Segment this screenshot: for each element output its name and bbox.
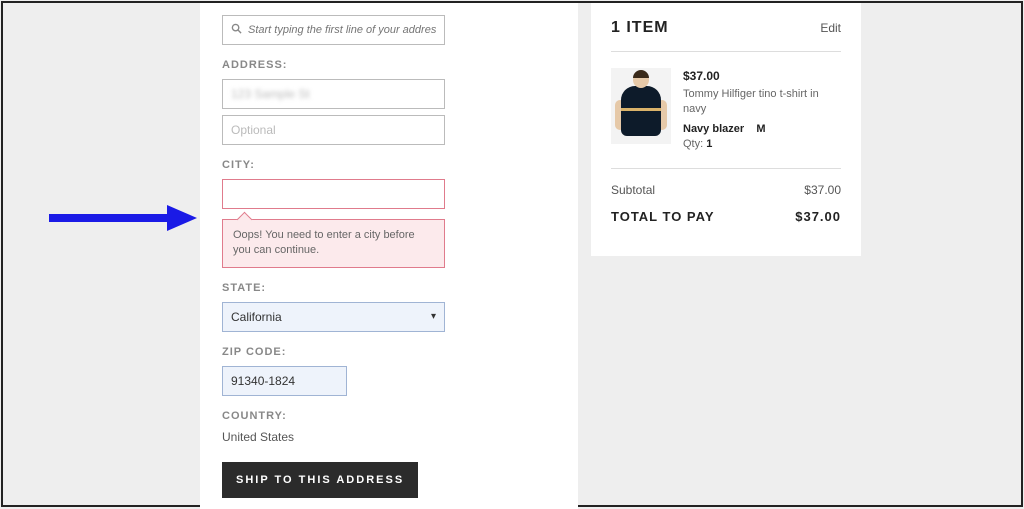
city-error-message: Oops! You need to enter a city before yo…: [222, 219, 445, 268]
item-size: M: [756, 123, 765, 135]
subtotal-value: $37.00: [804, 183, 841, 197]
city-input[interactable]: [222, 179, 445, 209]
address-line2-input[interactable]: Optional: [222, 115, 445, 145]
city-label: CITY:: [222, 159, 556, 171]
ship-to-address-button[interactable]: SHIP TO THIS ADDRESS: [222, 462, 418, 498]
search-icon: [231, 23, 242, 37]
address-lookup-field[interactable]: [248, 24, 436, 36]
zip-label: ZIP CODE:: [222, 346, 556, 358]
state-select[interactable]: California ▾: [222, 302, 445, 332]
chevron-down-icon: ▾: [431, 311, 436, 322]
address-label: ADDRESS:: [222, 59, 556, 71]
item-name: Tommy Hilfiger tino t-shirt in navy: [683, 87, 841, 118]
summary-heading: 1 ITEM: [611, 19, 669, 37]
total-label: TOTAL TO PAY: [611, 209, 715, 224]
item-price: $37.00: [683, 68, 841, 85]
address-line1-input[interactable]: 123 Sample St: [222, 79, 445, 109]
address-lookup-input[interactable]: [222, 15, 445, 45]
total-value: $37.00: [795, 209, 841, 224]
address-line1-value: 123 Sample St: [231, 87, 310, 101]
country-label: COUNTRY:: [222, 410, 556, 422]
item-qty: 1: [706, 138, 712, 150]
shipping-form: ADDRESS: 123 Sample St Optional CITY: Oo…: [200, 3, 578, 509]
annotation-arrow: [47, 203, 197, 233]
subtotal-label: Subtotal: [611, 183, 655, 197]
cart-item: $37.00 Tommy Hilfiger tino t-shirt in na…: [611, 52, 841, 169]
address-line2-placeholder: Optional: [231, 123, 276, 137]
country-value: United States: [222, 430, 556, 444]
zip-value: 91340-1824: [231, 374, 295, 388]
item-color: Navy blazer: [683, 123, 744, 135]
edit-cart-link[interactable]: Edit: [820, 21, 841, 35]
order-summary: 1 ITEM Edit $37.00 Tommy Hilfiger tino t…: [591, 3, 861, 256]
item-qty-label: Qty:: [683, 138, 703, 150]
zip-input[interactable]: 91340-1824: [222, 366, 347, 396]
product-thumbnail: [611, 68, 671, 144]
state-label: STATE:: [222, 282, 556, 294]
state-value: California: [231, 310, 282, 324]
